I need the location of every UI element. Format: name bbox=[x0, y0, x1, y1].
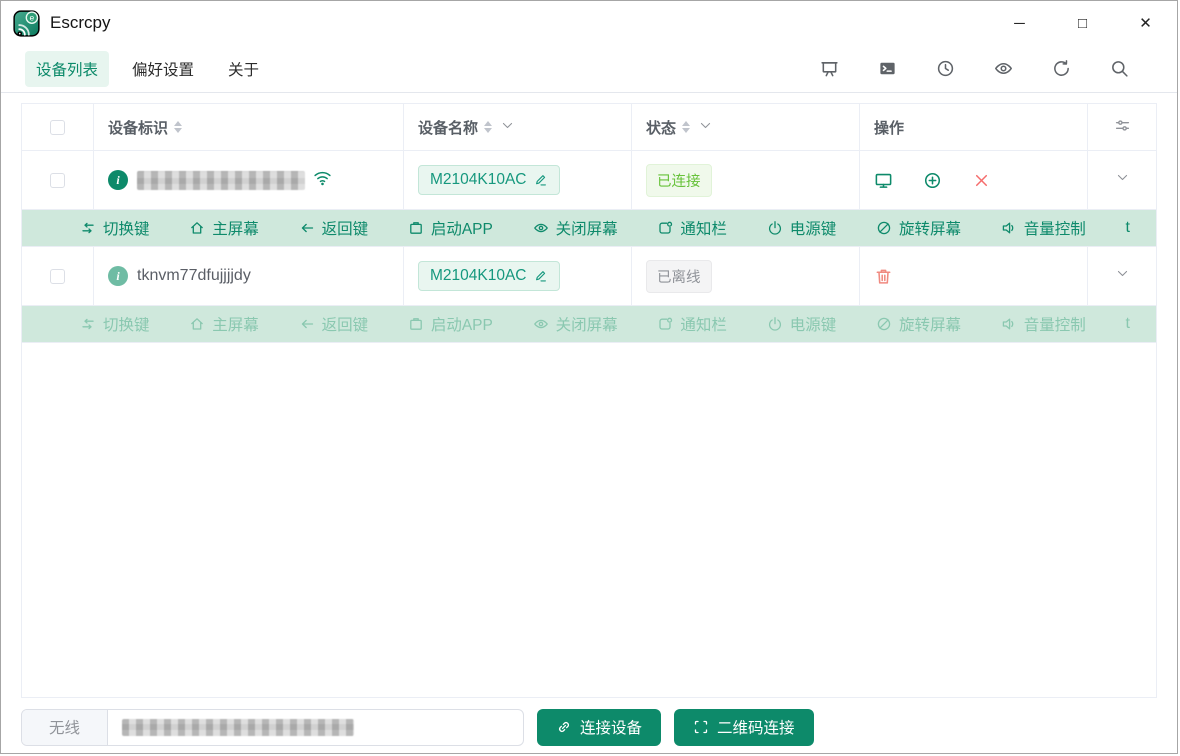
edit-pencil-icon bbox=[535, 175, 546, 186]
app-window: e Escrcpy ─ □ ✕ 设备列表 偏好设置 关于 设备标识 设备名称 状… bbox=[0, 0, 1178, 754]
close-connection-icon[interactable] bbox=[972, 171, 991, 190]
action-overflow[interactable]: t bbox=[1126, 219, 1130, 237]
qr-scan-icon bbox=[694, 720, 708, 734]
app-title: Escrcpy bbox=[50, 13, 111, 32]
device-name-cell: M2104K10AC bbox=[404, 247, 632, 305]
delete-device-icon[interactable] bbox=[874, 267, 893, 286]
action-switch-key: 切换键 bbox=[80, 313, 150, 335]
terminal-icon[interactable] bbox=[878, 59, 897, 78]
screen-mirror-icon[interactable] bbox=[820, 59, 839, 78]
action-launch-app: 启动APP bbox=[408, 313, 493, 335]
refresh-icon[interactable] bbox=[1052, 59, 1071, 78]
status-badge: 已离线 bbox=[646, 259, 712, 293]
action-power-key[interactable]: 电源键 bbox=[767, 217, 836, 239]
sort-caret-icon[interactable] bbox=[174, 121, 183, 133]
sort-caret-icon[interactable] bbox=[682, 121, 691, 133]
redacted-address bbox=[122, 718, 354, 736]
device-name-tag[interactable]: M2104K10AC bbox=[418, 261, 560, 291]
search-icon[interactable] bbox=[1110, 59, 1129, 78]
row-checkbox[interactable] bbox=[50, 172, 65, 188]
action-back[interactable]: 返回键 bbox=[299, 217, 368, 239]
sort-caret-icon[interactable] bbox=[484, 121, 493, 133]
device-id-cell: i bbox=[94, 151, 404, 209]
device-info-icon[interactable]: i bbox=[108, 266, 128, 286]
redacted-device-id bbox=[137, 170, 305, 190]
device-id-cell: i tknvm77dfujjjjdy bbox=[94, 247, 404, 305]
address-input[interactable] bbox=[108, 710, 523, 745]
action-launch-app[interactable]: 启动APP bbox=[408, 217, 493, 239]
action-rotate-screen: 旋转屏幕 bbox=[876, 313, 961, 335]
tab-preferences[interactable]: 偏好设置 bbox=[121, 51, 205, 87]
history-icon[interactable] bbox=[936, 59, 955, 78]
action-volume-control[interactable]: 音量控制 bbox=[1001, 217, 1086, 239]
action-back: 返回键 bbox=[299, 313, 368, 335]
row-checkbox[interactable] bbox=[50, 268, 65, 284]
column-header-device-name[interactable]: 设备名称 bbox=[404, 104, 632, 150]
close-button[interactable]: ✕ bbox=[1114, 1, 1177, 45]
action-rotate-screen[interactable]: 旋转屏幕 bbox=[876, 217, 961, 239]
action-home: 主屏幕 bbox=[189, 313, 259, 335]
connect-bar: 无线 连接设备 二维码连接 bbox=[1, 698, 1177, 753]
action-screen-off[interactable]: 关闭屏幕 bbox=[533, 217, 618, 239]
action-volume-control: 音量控制 bbox=[1001, 313, 1086, 335]
action-notification-bar: 通知栏 bbox=[657, 313, 727, 335]
wifi-icon bbox=[313, 168, 332, 192]
device-name-cell: M2104K10AC bbox=[404, 151, 632, 209]
action-home[interactable]: 主屏幕 bbox=[189, 217, 259, 239]
maximize-button[interactable]: □ bbox=[1051, 1, 1114, 45]
device-action-bar-disabled: 切换键 主屏幕 返回键 启动APP 关闭屏幕 通知栏 电源键 旋转屏幕 音量控制… bbox=[22, 306, 1156, 343]
minimize-button[interactable]: ─ bbox=[988, 1, 1051, 45]
action-overflow: t bbox=[1125, 315, 1130, 332]
expand-chevron-icon[interactable] bbox=[1116, 267, 1129, 285]
app-logo-icon: e bbox=[13, 9, 40, 37]
window-controls: ─ □ ✕ bbox=[988, 1, 1177, 45]
table-row: i tknvm77dfujjjjdy M2104K10AC 已离线 bbox=[22, 247, 1156, 306]
device-info-icon[interactable]: i bbox=[108, 170, 128, 190]
tab-bar: 设备列表 偏好设置 关于 bbox=[1, 45, 1177, 93]
operations-cell bbox=[860, 151, 1088, 209]
tab-device-list[interactable]: 设备列表 bbox=[25, 50, 110, 87]
column-settings-icon[interactable] bbox=[1114, 117, 1131, 138]
filter-chevron-icon[interactable] bbox=[699, 119, 712, 136]
svg-text:e: e bbox=[30, 12, 35, 22]
filter-chevron-icon[interactable] bbox=[501, 119, 514, 136]
expand-chevron-icon[interactable] bbox=[1116, 171, 1129, 189]
operations-cell bbox=[860, 247, 1088, 305]
column-settings-cell bbox=[1088, 104, 1156, 150]
toolbar bbox=[820, 59, 1151, 78]
column-header-operation: 操作 bbox=[860, 104, 1088, 150]
edit-pencil-icon bbox=[535, 271, 546, 282]
device-name-tag[interactable]: M2104K10AC bbox=[418, 165, 560, 195]
action-switch-key[interactable]: 切换键 bbox=[80, 217, 150, 239]
action-power-key: 电源键 bbox=[767, 313, 836, 335]
start-mirror-icon[interactable] bbox=[874, 171, 893, 190]
action-notification-bar[interactable]: 通知栏 bbox=[657, 217, 727, 239]
tab-about[interactable]: 关于 bbox=[217, 51, 270, 87]
preview-eye-icon[interactable] bbox=[994, 59, 1013, 78]
device-action-bar: 切换键 主屏幕 返回键 启动APP 关闭屏幕 通知栏 电源键 旋转屏幕 音量控制… bbox=[22, 210, 1156, 247]
qr-connect-button[interactable]: 二维码连接 bbox=[674, 708, 814, 746]
add-circle-icon[interactable] bbox=[923, 171, 942, 190]
connect-device-button[interactable]: 连接设备 bbox=[537, 708, 662, 746]
table-row: i M2104K10AC 已连接 bbox=[22, 151, 1156, 210]
status-badge: 已连接 bbox=[646, 163, 712, 197]
select-all-cell bbox=[22, 104, 94, 150]
select-all-checkbox[interactable] bbox=[50, 119, 65, 135]
status-cell: 已离线 bbox=[632, 247, 860, 305]
column-header-status[interactable]: 状态 bbox=[632, 104, 860, 150]
wireless-mode-label: 无线 bbox=[22, 709, 108, 745]
title-bar: e Escrcpy ─ □ ✕ bbox=[1, 1, 1177, 45]
device-list-panel: 设备标识 设备名称 状态 操作 i M2104K10AC 已连接 切换键 主屏幕… bbox=[1, 93, 1177, 698]
device-table: 设备标识 设备名称 状态 操作 i M2104K10AC 已连接 切换键 主屏幕… bbox=[21, 103, 1157, 698]
action-screen-off: 关闭屏幕 bbox=[533, 313, 618, 335]
link-icon bbox=[559, 722, 569, 732]
table-header-row: 设备标识 设备名称 状态 操作 bbox=[22, 104, 1156, 151]
device-id-text: tknvm77dfujjjjdy bbox=[137, 267, 251, 284]
column-header-device-id[interactable]: 设备标识 bbox=[94, 104, 404, 150]
address-input-group: 无线 bbox=[21, 708, 524, 746]
status-cell: 已连接 bbox=[632, 151, 860, 209]
